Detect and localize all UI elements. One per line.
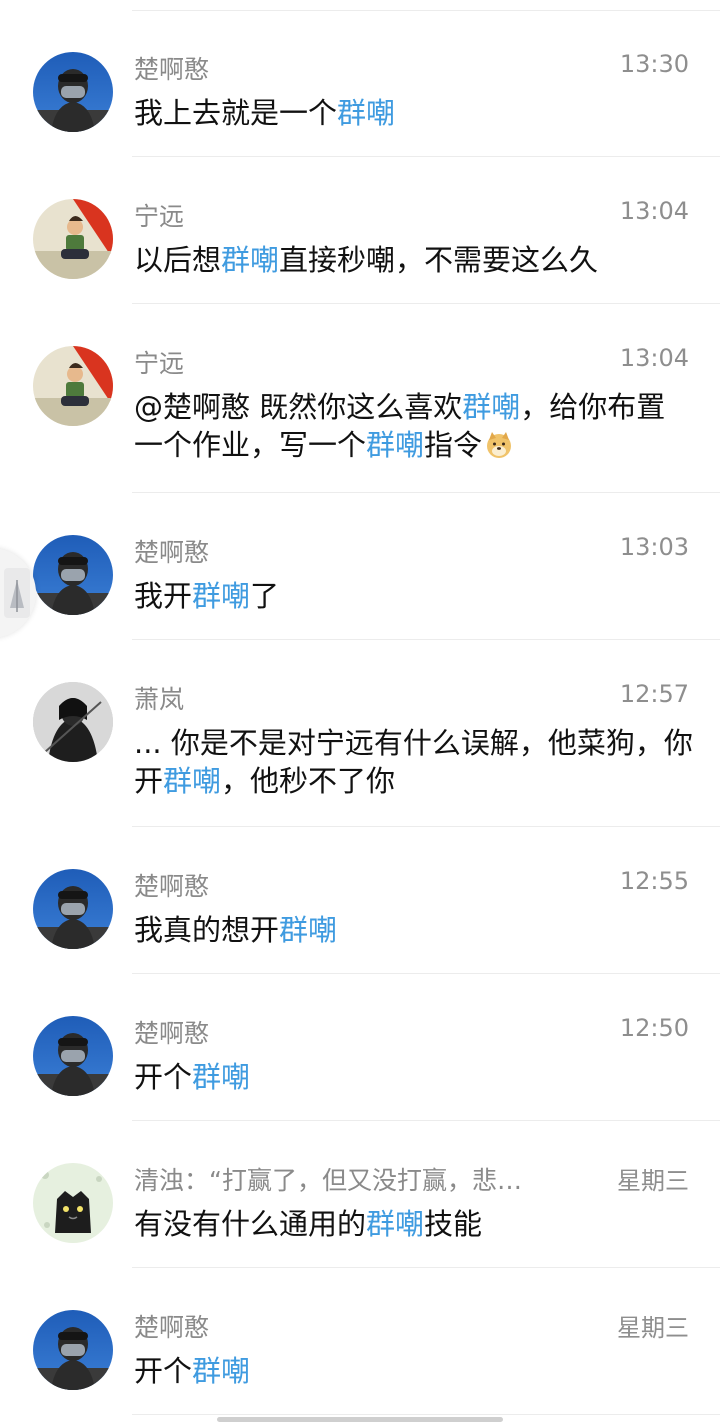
chat-result-item[interactable]: 楚啊憨 13:30 我上去就是一个群嘲 xyxy=(0,10,720,157)
keyword-highlight: 群嘲 xyxy=(192,1354,251,1388)
doge-emoji xyxy=(482,428,514,462)
sender-name: 楚啊憨 xyxy=(134,872,210,901)
avatar[interactable] xyxy=(33,199,113,279)
avatar[interactable] xyxy=(33,52,113,132)
sender-name: 萧岚 xyxy=(134,685,185,714)
message-preview: 我真的想开群嘲 xyxy=(134,911,694,949)
message-preview: ... 你是不是对宁远有什么误解，他菜狗，你开群嘲，他秒不了你 xyxy=(134,724,694,800)
message-text: 我上去就是一个 xyxy=(134,96,338,130)
divider xyxy=(132,1414,720,1415)
message-text: 开个 xyxy=(134,1060,193,1094)
sender-name: 楚啊憨 xyxy=(134,538,210,567)
message-text: 技能 xyxy=(424,1207,483,1241)
message-preview: 我上去就是一个群嘲 xyxy=(134,94,694,132)
avatar[interactable] xyxy=(33,346,113,426)
message-preview: 开个群嘲 xyxy=(134,1058,694,1096)
message-preview: @楚啊憨 既然你这么喜欢群嘲，给你布置一个作业，写一个群嘲指令 xyxy=(134,388,694,464)
message-text: 我真的想开 xyxy=(134,913,280,947)
message-text: ，他秒不了你 xyxy=(221,764,396,798)
avatar[interactable] xyxy=(33,1163,113,1243)
keyword-highlight: 群嘲 xyxy=(163,764,222,798)
keyword-highlight: 群嘲 xyxy=(337,96,396,130)
sender-name: 楚啊憨 xyxy=(134,1313,210,1342)
keyword-highlight: 群嘲 xyxy=(221,243,280,277)
chat-result-item[interactable]: 楚啊憨 13:03 我开群嘲了 xyxy=(0,493,720,640)
floating-thumbnail-icon xyxy=(4,568,30,618)
message-text: 指令 xyxy=(424,428,483,462)
keyword-highlight: 群嘲 xyxy=(279,913,338,947)
message-time: 12:57 xyxy=(619,680,689,708)
avatar[interactable] xyxy=(33,1310,113,1390)
chat-result-item[interactable]: 楚啊憨 12:55 我真的想开群嘲 xyxy=(0,827,720,974)
sender-name: 清浊：“打赢了，但又没打赢，悲… xyxy=(134,1166,522,1195)
message-preview: 我开群嘲了 xyxy=(134,577,694,615)
keyword-highlight: 群嘲 xyxy=(366,428,425,462)
message-time: 星期三 xyxy=(617,1314,689,1342)
message-time: 13:04 xyxy=(619,197,689,225)
avatar[interactable] xyxy=(33,869,113,949)
message-text: 有没有什么通用的 xyxy=(134,1207,367,1241)
chat-result-item[interactable]: 宁远 13:04 以后想群嘲直接秒嘲，不需要这么久 xyxy=(0,157,720,304)
message-text: 以后想 xyxy=(134,243,222,277)
message-text: 了 xyxy=(250,579,280,613)
message-preview: 开个群嘲 xyxy=(134,1352,694,1390)
chat-result-item[interactable]: 萧岚 12:57 ... 你是不是对宁远有什么误解，他菜狗，你开群嘲，他秒不了你 xyxy=(0,640,720,827)
message-time: 12:55 xyxy=(619,867,689,895)
message-preview: 以后想群嘲直接秒嘲，不需要这么久 xyxy=(134,241,694,279)
message-preview: 有没有什么通用的群嘲技能 xyxy=(134,1205,694,1243)
message-text: 我开 xyxy=(134,579,193,613)
search-result-list: 楚啊憨 13:30 我上去就是一个群嘲 宁远 13:04 以后想群嘲直接秒嘲，不需要这么久… xyxy=(0,0,720,1424)
sender-name: 楚啊憨 xyxy=(134,1019,210,1048)
message-time: 13:04 xyxy=(619,344,689,372)
avatar[interactable] xyxy=(33,535,113,615)
home-indicator[interactable] xyxy=(217,1417,503,1422)
chat-result-item[interactable]: 宁远 13:04 @楚啊憨 既然你这么喜欢群嘲，给你布置一个作业，写一个群嘲指令 xyxy=(0,304,720,493)
message-text: 直接秒嘲，不需要这么久 xyxy=(279,243,599,277)
avatar[interactable] xyxy=(33,1016,113,1096)
chat-result-item[interactable]: 清浊：“打赢了，但又没打赢，悲… 星期三有没有什么通用的群嘲技能 xyxy=(0,1121,720,1268)
message-text: 开个 xyxy=(134,1354,193,1388)
keyword-highlight: 群嘲 xyxy=(192,579,251,613)
chat-result-item[interactable]: 楚啊憨 星期三开个群嘲 xyxy=(0,1268,720,1415)
sender-name: 宁远 xyxy=(134,349,185,378)
avatar[interactable] xyxy=(33,682,113,762)
message-time: 13:03 xyxy=(619,533,689,561)
keyword-highlight: 群嘲 xyxy=(366,1207,425,1241)
keyword-highlight: 群嘲 xyxy=(462,390,521,424)
message-time: 13:30 xyxy=(619,50,689,78)
message-text: @楚啊憨 既然你这么喜欢 xyxy=(134,390,463,424)
sender-name: 宁远 xyxy=(134,202,185,231)
message-time: 12:50 xyxy=(619,1014,689,1042)
chat-result-item[interactable]: 楚啊憨 12:50 开个群嘲 xyxy=(0,974,720,1121)
keyword-highlight: 群嘲 xyxy=(192,1060,251,1094)
message-time: 星期三 xyxy=(617,1167,689,1195)
sender-name: 楚啊憨 xyxy=(134,55,210,84)
